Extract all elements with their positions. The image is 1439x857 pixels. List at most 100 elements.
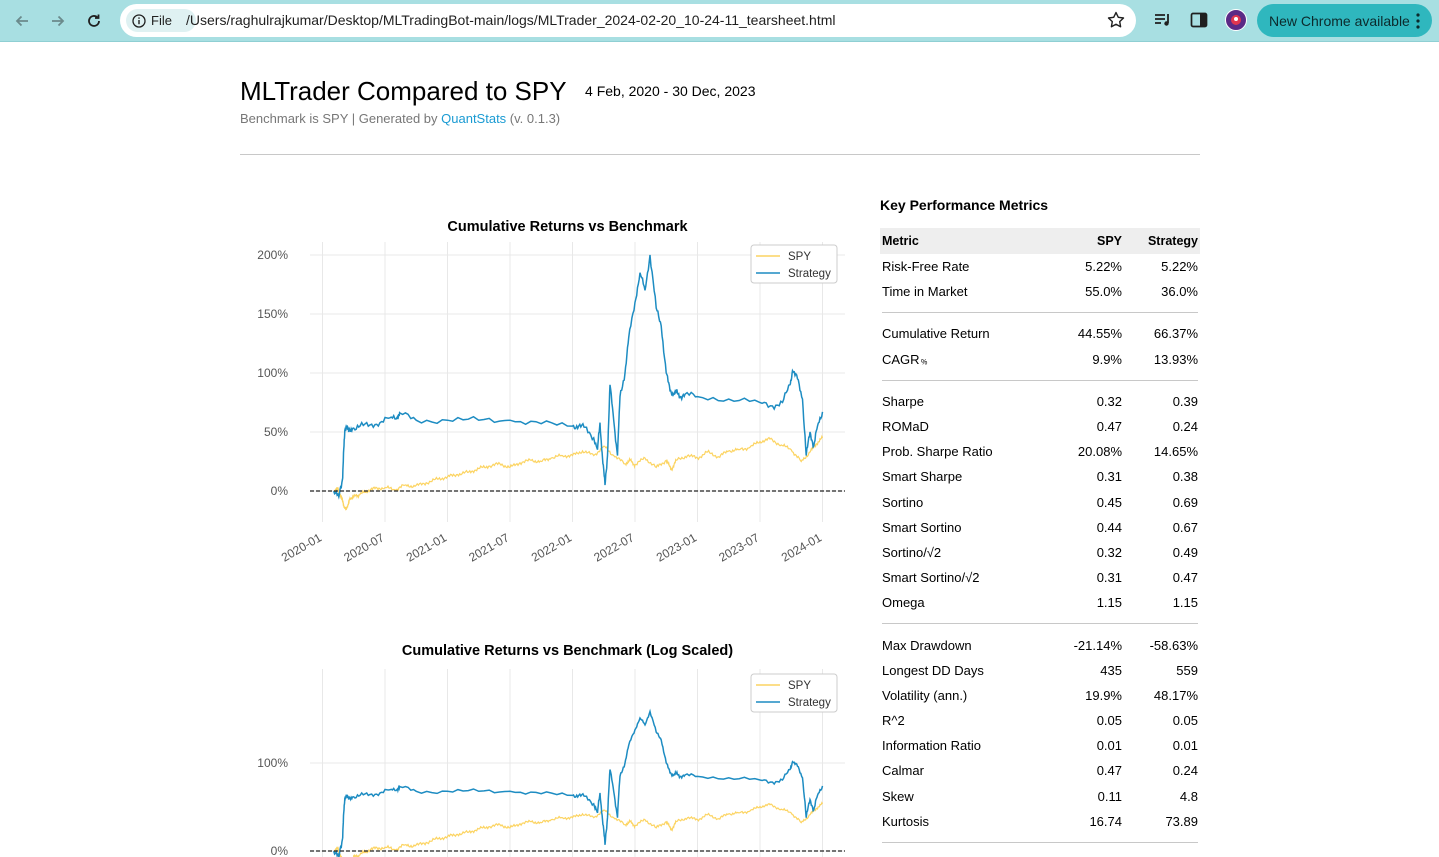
table-row: CAGR﹪ 9.9% 13.93%	[880, 347, 1200, 372]
spy-value: 0.44	[1096, 519, 1122, 535]
col-spy: SPY	[1096, 234, 1122, 248]
table-row: Cumulative Return 44.55% 66.37%	[880, 321, 1200, 346]
strategy-value: -58.63%	[1149, 637, 1198, 653]
metric-name-cagr: CAGR﹪	[880, 352, 1046, 367]
metrics-title: Key Performance Metrics	[880, 197, 1049, 213]
strategy-value: 0.47	[1172, 570, 1198, 586]
table-row: Prob. Sharpe Ratio 20.08% 14.65%	[880, 439, 1200, 464]
x-tick-label: 2022-07	[591, 530, 636, 564]
x-tick-label: 2020-01	[279, 530, 324, 564]
table-row: Volatility (ann.) 19.9% 48.17%	[880, 683, 1200, 708]
spy-series-line	[333, 434, 824, 511]
bookmark-star-icon[interactable]	[1106, 10, 1126, 30]
report-subtitle: Benchmark is SPY | Generated by QuantSta…	[240, 111, 560, 126]
y-tick-label: 0%	[271, 844, 289, 857]
strategy-value: 0.38	[1172, 469, 1198, 485]
metric-name: Sortino	[882, 494, 924, 510]
table-row: Information Ratio 0.01 0.01	[880, 733, 1200, 758]
address-bar[interactable]: File /Users/raghulrajkumar/Desktop/MLTra…	[120, 4, 1136, 37]
spy-value: 0.45	[1096, 494, 1122, 510]
table-row: Omega 1.15 1.15	[880, 590, 1200, 615]
browser-toolbar: File /Users/raghulrajkumar/Desktop/MLTra…	[0, 0, 1439, 42]
y-tick-label: 150%	[257, 307, 288, 321]
table-row: Time in Market 55.0% 36.0%	[880, 279, 1200, 304]
page-title: MLTrader Compared to SPY	[240, 76, 567, 106]
metric-name: Prob. Sharpe Ratio	[882, 444, 993, 460]
row-divider	[880, 372, 1200, 389]
spy-value: 0.31	[1096, 570, 1122, 586]
col-strategy: Strategy	[1147, 234, 1198, 248]
cumulative-returns-chart: Cumulative Returns vs Benchmark 0% 50% 100%…	[240, 212, 860, 577]
strategy-value: 0.67	[1172, 519, 1198, 535]
x-tick-label: 2024-01	[779, 530, 824, 564]
reload-button[interactable]	[80, 7, 108, 35]
spy-value: -21.14%	[1073, 637, 1122, 653]
metric-name: Longest DD Days	[882, 662, 984, 678]
table-row: Smart Sortino/√2 0.31 0.47	[880, 565, 1200, 590]
table-row: Sharpe 0.32 0.39	[880, 389, 1200, 414]
forward-button[interactable]	[44, 7, 72, 35]
new-chrome-available-button[interactable]: New Chrome available	[1257, 4, 1432, 37]
strategy-value: 13.93%	[1153, 351, 1198, 367]
table-row: Calmar 0.47 0.24	[880, 758, 1200, 783]
metric-name: Smart Sharpe	[882, 469, 963, 485]
version-text: (v. 0.1.3)	[506, 111, 561, 126]
metric-name: Kurtosis	[882, 813, 929, 829]
metric-name: R^2	[882, 713, 905, 729]
url-text[interactable]: /Users/raghulrajkumar/Desktop/MLTradingB…	[186, 12, 836, 28]
y-tick-label: 100%	[257, 366, 288, 380]
profile-avatar[interactable]	[1225, 9, 1247, 31]
spy-value: 0.31	[1096, 469, 1122, 485]
strategy-value: 0.49	[1172, 544, 1198, 560]
cumulative-returns-svg: Cumulative Returns vs Benchmark 0% 50% 100%…	[257, 219, 845, 565]
media-playlist-icon[interactable]	[1153, 10, 1173, 30]
cumulative-returns-log-chart: Cumulative Returns vs Benchmark (Log Sca…	[240, 636, 860, 857]
metric-name: Information Ratio	[882, 738, 981, 754]
spy-value: 0.01	[1096, 738, 1122, 754]
side-panel-icon[interactable]	[1189, 10, 1209, 30]
spy-series-line	[333, 801, 824, 857]
spy-value: 9.9%	[1092, 351, 1122, 367]
header-divider	[240, 154, 1200, 155]
table-row: Smart Sharpe 0.31 0.38	[880, 464, 1200, 489]
strategy-value: 36.0%	[1161, 284, 1198, 300]
table-row: Kurtosis 16.74 73.89	[880, 809, 1200, 834]
date-range: 4 Feb, 2020 - 30 Dec, 2023	[585, 83, 756, 99]
quantstats-link[interactable]: QuantStats	[441, 111, 506, 126]
legend-label: SPY	[788, 680, 811, 692]
spy-value: 0.11	[1097, 788, 1122, 804]
legend-label: Strategy	[788, 697, 831, 709]
strategy-value: 0.01	[1172, 738, 1198, 754]
reload-icon	[88, 14, 100, 27]
spy-value: 5.22%	[1085, 259, 1122, 275]
spy-value: 20.08%	[1077, 444, 1122, 460]
metric-name: Omega	[882, 595, 925, 611]
metric-name: Time in Market	[882, 284, 968, 300]
y-tick-label: 0%	[271, 484, 289, 498]
arrow-left-icon	[15, 15, 28, 27]
chart-legend: SPY Strategy	[750, 673, 838, 713]
cagr-percent-suffix: ﹪	[919, 355, 929, 366]
strategy-value: 0.69	[1172, 494, 1198, 510]
row-divider	[880, 304, 1200, 321]
table-row: R^2 0.05 0.05	[880, 708, 1200, 733]
strategy-value: 4.8	[1179, 788, 1198, 804]
table-row: Max Drawdown -21.14% -58.63%	[880, 632, 1200, 657]
strategy-value: 1.15	[1172, 595, 1198, 611]
metrics-table-header: Metric SPY Strategy	[880, 228, 1200, 254]
arrow-right-icon	[52, 15, 65, 27]
x-tick-label: 2021-07	[466, 530, 511, 564]
metric-name: Sortino/√2	[882, 544, 942, 560]
strategy-series-line	[332, 708, 824, 857]
x-tick-label: 2021-01	[404, 530, 449, 564]
spy-value: 0.32	[1096, 544, 1122, 560]
y-tick-label: 100%	[257, 756, 288, 770]
metric-name: Cumulative Return	[882, 326, 990, 342]
metric-name: Max Drawdown	[882, 637, 972, 653]
strategy-value: 0.24	[1172, 763, 1198, 779]
strategy-series-line	[332, 254, 824, 500]
spy-value: 435	[1100, 662, 1122, 678]
back-button[interactable]	[8, 7, 36, 35]
avatar-icon	[1231, 15, 1241, 25]
legend-label: Strategy	[788, 268, 831, 280]
